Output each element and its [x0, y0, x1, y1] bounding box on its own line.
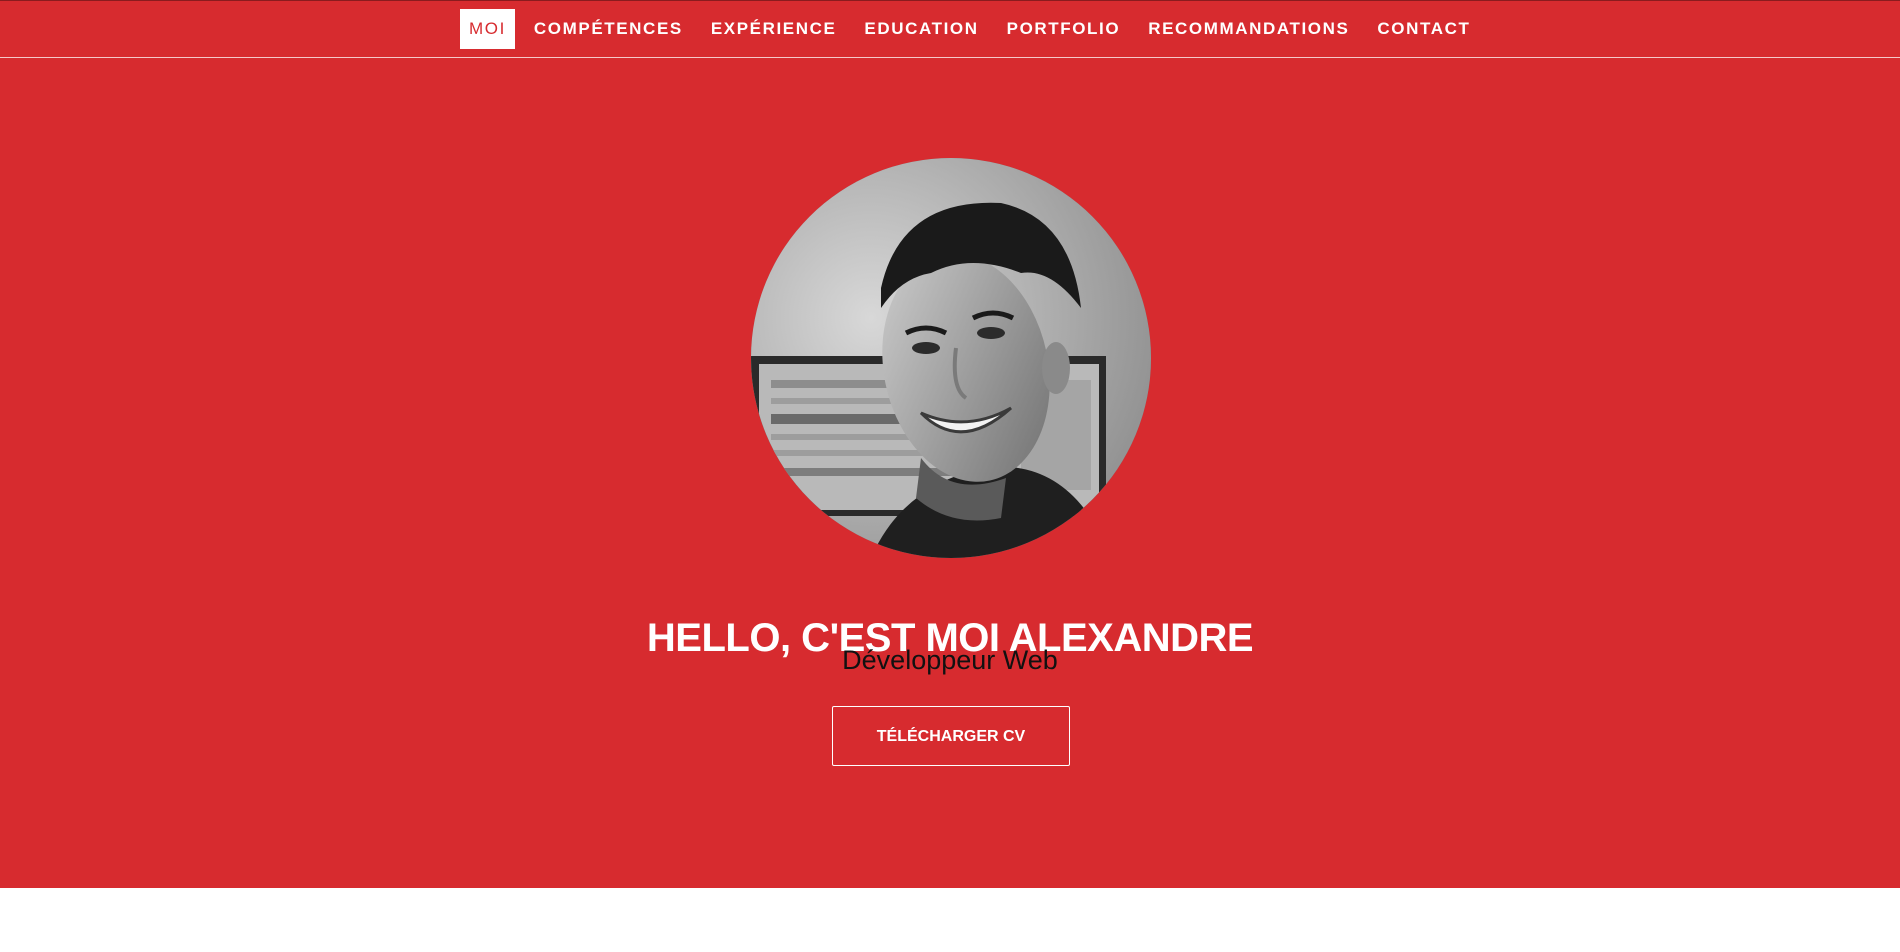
nav-item-experience[interactable]: EXPÉRIENCE [702, 9, 846, 49]
nav-item-competences[interactable]: COMPÉTENCES [525, 9, 692, 49]
profile-photo [751, 158, 1151, 558]
nav-item-portfolio[interactable]: PORTFOLIO [998, 9, 1130, 49]
profile-photo-icon [751, 158, 1151, 558]
download-cv-button[interactable]: TÉLÉCHARGER CV [832, 706, 1070, 766]
hero-subtitle: Développeur Web [842, 645, 1058, 675]
main-navbar: MOI COMPÉTENCES EXPÉRIENCE EDUCATION POR… [0, 1, 1900, 58]
nav-item-moi[interactable]: MOI [460, 9, 515, 49]
nav-item-contact[interactable]: CONTACT [1368, 9, 1479, 49]
nav-item-education[interactable]: EDUCATION [855, 9, 987, 49]
nav-item-recommandations[interactable]: RECOMMANDATIONS [1139, 9, 1358, 49]
hero-section: MOI COMPÉTENCES EXPÉRIENCE EDUCATION POR… [0, 0, 1900, 888]
nav-list: MOI COMPÉTENCES EXPÉRIENCE EDUCATION POR… [460, 9, 1489, 49]
page: MOI COMPÉTENCES EXPÉRIENCE EDUCATION POR… [0, 0, 1900, 952]
